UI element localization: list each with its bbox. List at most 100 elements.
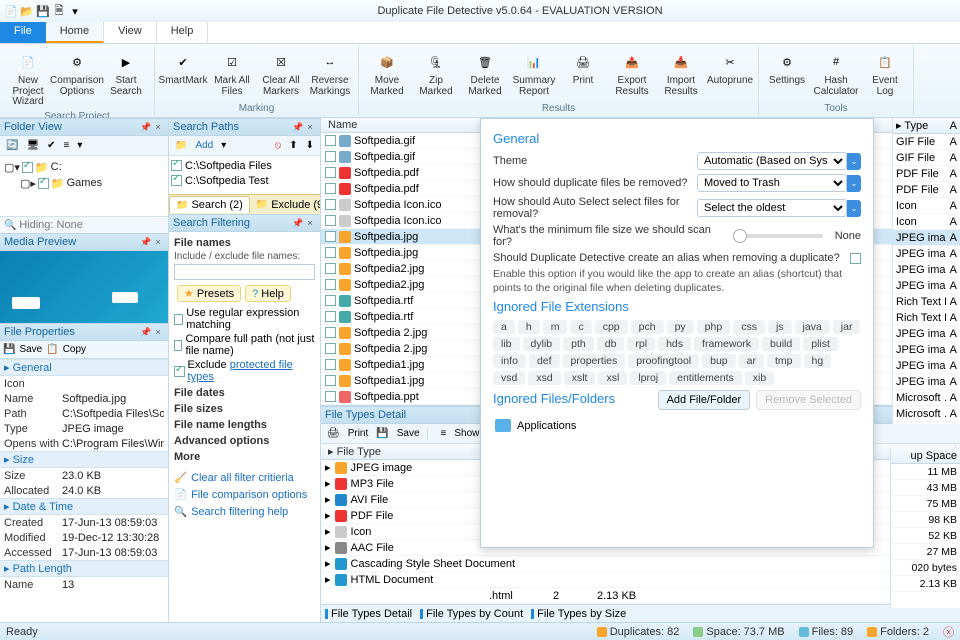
link-compare[interactable]: 📄File comparison options <box>174 487 315 502</box>
save-icon[interactable]: 💾 <box>373 427 391 440</box>
refresh-icon[interactable]: 🔄 <box>3 139 21 152</box>
print-icon[interactable]: 🖨 <box>324 427 343 440</box>
save-icon[interactable]: 💾 <box>3 344 15 355</box>
ext-tag[interactable]: h <box>518 320 540 334</box>
ext-tag[interactable]: lproj <box>630 371 666 385</box>
hiding-label[interactable]: 🔍 Hiding: None <box>0 216 168 233</box>
link-help[interactable]: 🔍Search filtering help <box>174 504 315 519</box>
ribbon-button[interactable]: 📥ImportResults <box>657 46 705 102</box>
ext-tag[interactable]: m <box>543 320 568 334</box>
ext-tag[interactable]: xslt <box>564 371 596 385</box>
ext-tag[interactable]: tmp <box>767 354 801 368</box>
ignored-folders-list[interactable]: Applications <box>493 416 861 435</box>
ext-tag[interactable]: pch <box>631 320 664 334</box>
ext-tag[interactable]: bup <box>702 354 736 368</box>
ext-tag[interactable]: xsl <box>598 371 627 385</box>
ftd-tab-detail[interactable]: File Types Detail <box>325 608 412 620</box>
help-button[interactable]: ?Help <box>245 285 291 302</box>
tab-help[interactable]: Help <box>157 22 209 43</box>
ribbon-button[interactable]: ✂Autoprune <box>706 46 754 102</box>
more-icon[interactable]: ▾ <box>74 139 85 152</box>
ext-tag[interactable]: jar <box>833 320 861 334</box>
del-icon[interactable]: ⦸ <box>272 139 285 152</box>
ext-tag[interactable]: hg <box>804 354 832 368</box>
ribbon-button[interactable]: ↔ReverseMarkings <box>306 46 354 102</box>
chevron-down-icon[interactable]: ⌄ <box>847 175 861 192</box>
ribbon-button[interactable]: 📤ExportResults <box>608 46 656 102</box>
qa-new-icon[interactable]: 📄 <box>4 4 18 18</box>
chevron-down-icon[interactable]: ⌄ <box>847 200 861 217</box>
up-icon[interactable]: ⬆ <box>286 139 300 152</box>
ext-tag[interactable]: php <box>697 320 731 334</box>
ext-tag[interactable]: ar <box>739 354 764 368</box>
file-menu[interactable]: File <box>0 22 46 43</box>
ext-tag[interactable]: css <box>733 320 765 334</box>
check-icon[interactable]: ✔ <box>44 139 58 152</box>
filter-input[interactable] <box>174 264 315 280</box>
props-section-header[interactable]: ▸ Date & Time <box>0 498 168 515</box>
ext-tag[interactable]: db <box>597 337 625 351</box>
props-section-header[interactable]: ▸ General <box>0 359 168 376</box>
ribbon-button[interactable]: 📋EventLog <box>861 46 909 102</box>
ext-tag[interactable]: xib <box>745 371 774 385</box>
ext-tag[interactable]: properties <box>563 354 626 368</box>
ext-tag[interactable]: js <box>768 320 792 334</box>
search-paths-list[interactable]: C:\Softpedia Files C:\Softpedia Test <box>169 156 320 194</box>
ext-tag[interactable]: pth <box>563 337 594 351</box>
remove-select[interactable]: Moved to Trash <box>697 174 847 192</box>
qa-save-icon[interactable]: 💾 <box>36 4 50 18</box>
ext-tag[interactable]: xsd <box>528 371 560 385</box>
ext-tag[interactable]: entitlements <box>669 371 742 385</box>
alias-checkbox[interactable] <box>850 253 861 264</box>
ribbon-button[interactable]: 📊SummaryReport <box>510 46 558 102</box>
close-icon[interactable]: × <box>152 327 164 337</box>
ribbon-button[interactable]: 🗜ZipMarked <box>412 46 460 102</box>
pin-icon[interactable]: 📌 <box>292 218 304 229</box>
close-icon[interactable]: × <box>304 122 316 132</box>
autoselect-select[interactable]: Select the oldest <box>697 199 847 217</box>
close-icon[interactable]: ⓧ <box>943 624 954 640</box>
collapse-icon[interactable]: ≡ <box>61 139 73 152</box>
ext-tag[interactable]: cpp <box>595 320 628 334</box>
showall-icon[interactable]: ≡ <box>438 427 450 440</box>
copy-icon[interactable]: 📋 <box>46 344 58 355</box>
ribbon-button[interactable]: #HashCalculator <box>812 46 860 102</box>
qa-open-icon[interactable]: 📂 <box>20 4 34 18</box>
tab-view[interactable]: View <box>104 22 157 43</box>
ribbon-button[interactable]: ✔SmartMark <box>159 46 207 102</box>
chevron-down-icon[interactable]: ⌄ <box>847 153 861 170</box>
ext-tag[interactable]: proofingtool <box>628 354 699 368</box>
ext-tag[interactable]: hds <box>658 337 691 351</box>
ribbon-button[interactable]: ☑Mark AllFiles <box>208 46 256 102</box>
ext-tag[interactable]: rpl <box>627 337 655 351</box>
ext-tag[interactable]: dylib <box>523 337 561 351</box>
opt-regex[interactable]: Use regular expression matching <box>174 307 315 331</box>
ext-tag[interactable]: def <box>529 354 560 368</box>
ftd-row[interactable]: ▸HTML Document <box>321 572 960 588</box>
ftd-row[interactable]: ▸Cascading Style Sheet Document <box>321 556 960 572</box>
remove-selected-button[interactable]: Remove Selected <box>756 390 861 410</box>
opt-protected[interactable]: Exclude protected file types <box>174 359 315 383</box>
qa-dropdown-icon[interactable]: ▾ <box>68 4 82 18</box>
close-icon[interactable]: × <box>304 218 316 228</box>
close-icon[interactable]: × <box>152 122 164 132</box>
ftd-tab-count[interactable]: File Types by Count <box>420 608 523 620</box>
ext-tag[interactable]: c <box>570 320 591 334</box>
add-button[interactable]: Add <box>192 139 216 152</box>
presets-button[interactable]: ★Presets <box>177 285 241 302</box>
ext-tag[interactable]: a <box>493 320 515 334</box>
qa-doc-icon[interactable]: 🗎 <box>52 4 66 18</box>
pc-icon[interactable]: 🖥 <box>23 139 42 152</box>
pin-icon[interactable]: 📌 <box>140 122 152 133</box>
link-clear[interactable]: 🧹Clear all filter critieria <box>174 470 315 485</box>
close-icon[interactable]: × <box>152 237 164 247</box>
ext-tag[interactable]: lib <box>493 337 520 351</box>
ext-tag[interactable]: java <box>795 320 830 334</box>
tab-search[interactable]: 📁Search (2) <box>169 196 250 213</box>
ext-tag[interactable]: framework <box>694 337 759 351</box>
pin-icon[interactable]: 📌 <box>292 122 304 133</box>
ext-tag[interactable]: vsd <box>493 371 525 385</box>
ribbon-button[interactable]: ▶StartSearch <box>102 46 150 110</box>
folder-add-icon[interactable]: 📁 <box>172 139 190 152</box>
ftd-tab-size[interactable]: File Types by Size <box>531 608 626 620</box>
